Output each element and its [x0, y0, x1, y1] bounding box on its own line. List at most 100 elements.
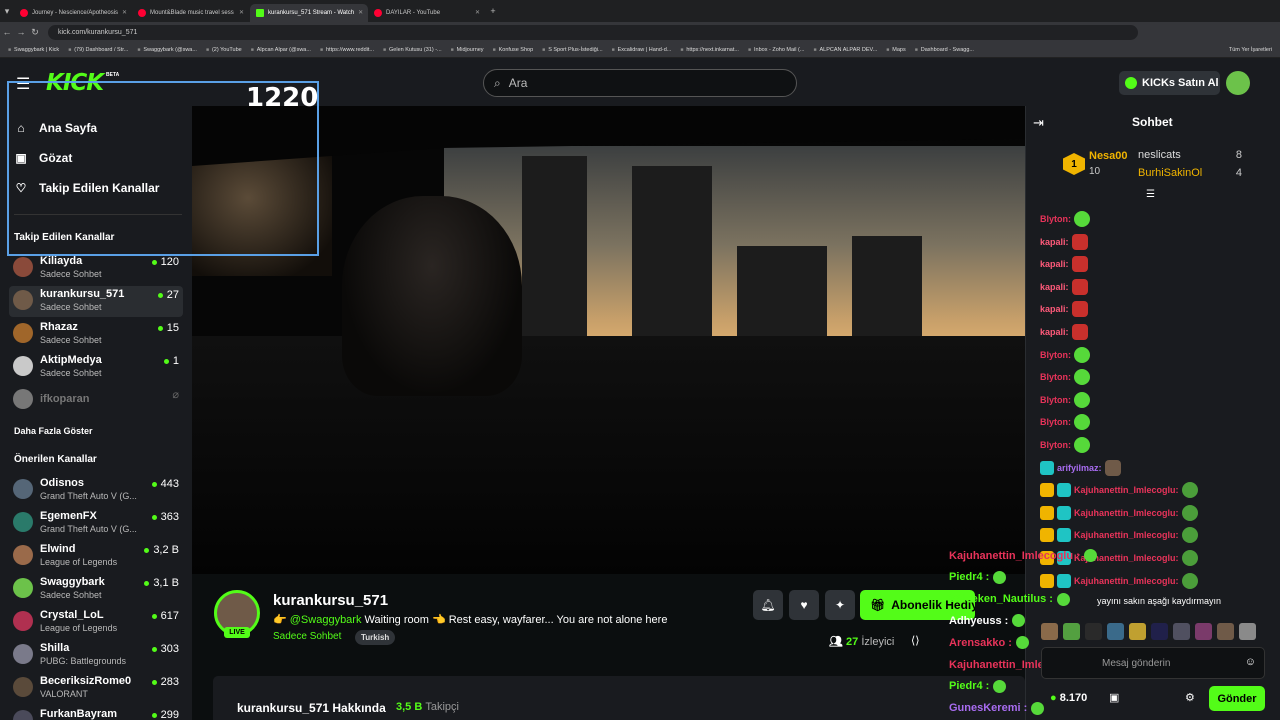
- chat-username[interactable]: Arensakko :: [949, 637, 1012, 649]
- sidebar-channel[interactable]: Rhazaz Sadece Sohbet 15: [9, 319, 183, 350]
- category-link[interactable]: Sadece Sohbet: [273, 631, 341, 642]
- chat-username[interactable]: Kajuhanettin_Imlecoglu :: [949, 550, 1080, 562]
- chat-username[interactable]: Piedr4 :: [949, 571, 989, 583]
- emote-icon[interactable]: [1151, 623, 1168, 640]
- chat-username[interactable]: Kajuhanettin_Imlecoglu:: [1074, 508, 1179, 518]
- bookmark-item[interactable]: S Sport Plus-İstediği...: [542, 47, 602, 53]
- browser-tab[interactable]: Mount&Blade music travel sess ✕: [132, 4, 250, 22]
- sidebar-channel[interactable]: kurankursu_571 Sadece Sohbet 27: [9, 286, 183, 317]
- chat-username[interactable]: GunesKeremi :: [949, 702, 1027, 714]
- chat-username[interactable]: kapali:: [1040, 304, 1069, 314]
- browser-tab-active[interactable]: kurankursu_571 Stream - Watch ✕: [250, 3, 368, 22]
- leaderboard-top-user[interactable]: Nesa00: [1089, 150, 1128, 162]
- sidebar-channel[interactable]: Swaggybark Sadece Sohbet 3,1 B: [9, 574, 183, 605]
- bookmark-item[interactable]: Maps: [886, 47, 905, 53]
- gear-icon[interactable]: ⚙: [1185, 691, 1195, 704]
- chat-username[interactable]: kapali:: [1040, 259, 1069, 269]
- leaderboard-row[interactable]: BurhiSakinOl 4: [1138, 167, 1242, 179]
- chat-username[interactable]: Kajuhanettin_Imlecoglu:: [1074, 576, 1179, 586]
- share-icon[interactable]: ⟨⟩: [911, 634, 920, 647]
- chat-username[interactable]: Blyton:: [1040, 417, 1071, 427]
- gift-icon[interactable]: ▣: [1109, 691, 1119, 704]
- emote-icon[interactable]: [1085, 623, 1102, 640]
- mention-link[interactable]: @Swaggybark: [290, 614, 362, 626]
- browser-tab[interactable]: Journey - Nescience/Apotheosis ✕: [14, 4, 132, 22]
- chat-username[interactable]: kapali:: [1040, 282, 1069, 292]
- back-icon[interactable]: ←: [0, 27, 14, 37]
- bookmark-item[interactable]: Konfuse Shop: [493, 47, 534, 53]
- reload-icon[interactable]: ↻: [28, 27, 42, 38]
- sidebar-channel[interactable]: Elwind League of Legends 3,2 B: [9, 541, 183, 572]
- chat-input[interactable]: Mesaj gönderin ☺: [1041, 647, 1265, 679]
- sidebar-channel[interactable]: ifkoparan ⌀: [9, 385, 183, 416]
- emote-icon[interactable]: [1129, 623, 1146, 640]
- chat-username[interactable]: Piedr4 :: [949, 680, 989, 692]
- chat-username[interactable]: Kajuhanettin_Imlecoglu:: [1074, 530, 1179, 540]
- leaderboard-row[interactable]: neslicats 8: [1138, 149, 1242, 161]
- close-tab-icon[interactable]: ✕: [239, 9, 244, 16]
- url-field[interactable]: kick.com/kurankursu_571: [48, 24, 1138, 40]
- bookmark-item[interactable]: (2) YouTube: [206, 47, 242, 53]
- sidebar-channel[interactable]: FurkanBayram 299: [9, 706, 183, 720]
- bookmark-item[interactable]: (79) Dashboard / Str...: [68, 47, 128, 53]
- sidebar-channel[interactable]: Kiliayda Sadece Sohbet 120: [9, 253, 183, 284]
- emote-icon[interactable]: [1173, 623, 1190, 640]
- bookmark-item[interactable]: Gelen Kutusu (31) -...: [383, 47, 442, 53]
- collapse-chat-icon[interactable]: ⇥: [1033, 115, 1044, 131]
- chat-username[interactable]: Blyton:: [1040, 350, 1071, 360]
- close-tab-icon[interactable]: ✕: [475, 9, 480, 16]
- emote-icon[interactable]: [1217, 623, 1234, 640]
- chat-username[interactable]: Kajuhanettin_Imlecoglu:: [1074, 485, 1179, 495]
- expand-leaderboard-icon[interactable]: ☰: [1146, 189, 1155, 200]
- browser-tab[interactable]: DAYILAR - YouTube ✕: [368, 4, 486, 22]
- new-tab-icon[interactable]: +: [486, 6, 500, 16]
- send-button[interactable]: Gönder: [1209, 686, 1265, 711]
- bookmark-item[interactable]: https://www.reddit...: [320, 47, 374, 53]
- chat-username[interactable]: arifyilmaz:: [1057, 463, 1102, 473]
- stream-title: 👉 @Swaggybark Waiting room 👈 Rest easy, …: [273, 614, 668, 626]
- sidebar-channel[interactable]: AktipMedya Sadece Sohbet 1: [9, 352, 183, 383]
- sidebar-channel[interactable]: EgemenFX Grand Theft Auto V (G... 363: [9, 508, 183, 539]
- chat-username[interactable]: Blyton:: [1040, 214, 1071, 224]
- sidebar-channel[interactable]: Crystal_LoL League of Legends 617: [9, 607, 183, 638]
- chat-username[interactable]: Adhyeuss :: [949, 615, 1008, 627]
- sidebar-channel[interactable]: Odisnos Grand Theft Auto V (G... 443: [9, 475, 183, 506]
- emote-icon[interactable]: [1063, 623, 1080, 640]
- chat-username[interactable]: 3Sleeken_Nautilus :: [949, 593, 1053, 605]
- close-tab-icon[interactable]: ✕: [122, 9, 127, 16]
- chat-username[interactable]: Blyton:: [1040, 395, 1071, 405]
- search-input[interactable]: ⌕ Ara: [483, 69, 797, 97]
- notification-button[interactable]: 🔔︎: [753, 590, 783, 620]
- emote-icon[interactable]: [1107, 623, 1124, 640]
- bookmark-item[interactable]: Swaggybark | Kick: [8, 47, 59, 53]
- bookmark-item[interactable]: Swaggybark (@swa...: [137, 47, 197, 53]
- forward-icon[interactable]: →: [14, 27, 28, 37]
- follow-button[interactable]: ♥: [789, 590, 819, 620]
- bookmark-item[interactable]: Alpcan Alpar (@swa...: [251, 47, 311, 53]
- clip-button[interactable]: ✦: [825, 590, 855, 620]
- avatar[interactable]: [1226, 71, 1250, 95]
- emote-icon[interactable]: [1239, 623, 1256, 640]
- show-more-link[interactable]: Daha Fazla Göster: [14, 426, 93, 436]
- emote-icon[interactable]: [1041, 623, 1058, 640]
- sidebar-channel[interactable]: BeceriksizRome0 VALORANT 283: [9, 673, 183, 704]
- buy-kicks-button[interactable]: KICKs Satın Al: [1119, 71, 1220, 95]
- chat-username[interactable]: Blyton:: [1040, 440, 1071, 450]
- chat-username[interactable]: kapali:: [1040, 237, 1069, 247]
- bookmark-item[interactable]: Excalidraw | Hand-d...: [612, 47, 672, 53]
- bookmark-item[interactable]: https://next.inkarnat...: [680, 47, 739, 53]
- bookmark-item[interactable]: Midjourney: [451, 47, 484, 53]
- bookmark-item[interactable]: Dashboard - Swagg...: [915, 47, 974, 53]
- language-tag[interactable]: Turkish: [355, 630, 396, 645]
- chat-username[interactable]: kapali:: [1040, 327, 1069, 337]
- streamer-name[interactable]: kurankursu_571: [273, 592, 388, 609]
- bookmark-item[interactable]: Inbox - Zoho Mail (...: [748, 47, 804, 53]
- emoji-icon[interactable]: ☺: [1245, 656, 1256, 668]
- bookmark-item[interactable]: ALPCAN ALPAR DEV...: [813, 47, 877, 53]
- sidebar-channel[interactable]: Shilla PUBG: Battlegrounds 303: [9, 640, 183, 671]
- all-bookmarks-button[interactable]: Tüm Yer İşaretleri: [1229, 47, 1272, 53]
- tab-search-icon[interactable]: ▾: [0, 6, 14, 17]
- emote-icon[interactable]: [1195, 623, 1212, 640]
- chat-username[interactable]: Blyton:: [1040, 372, 1071, 382]
- close-tab-icon[interactable]: ✕: [358, 9, 363, 16]
